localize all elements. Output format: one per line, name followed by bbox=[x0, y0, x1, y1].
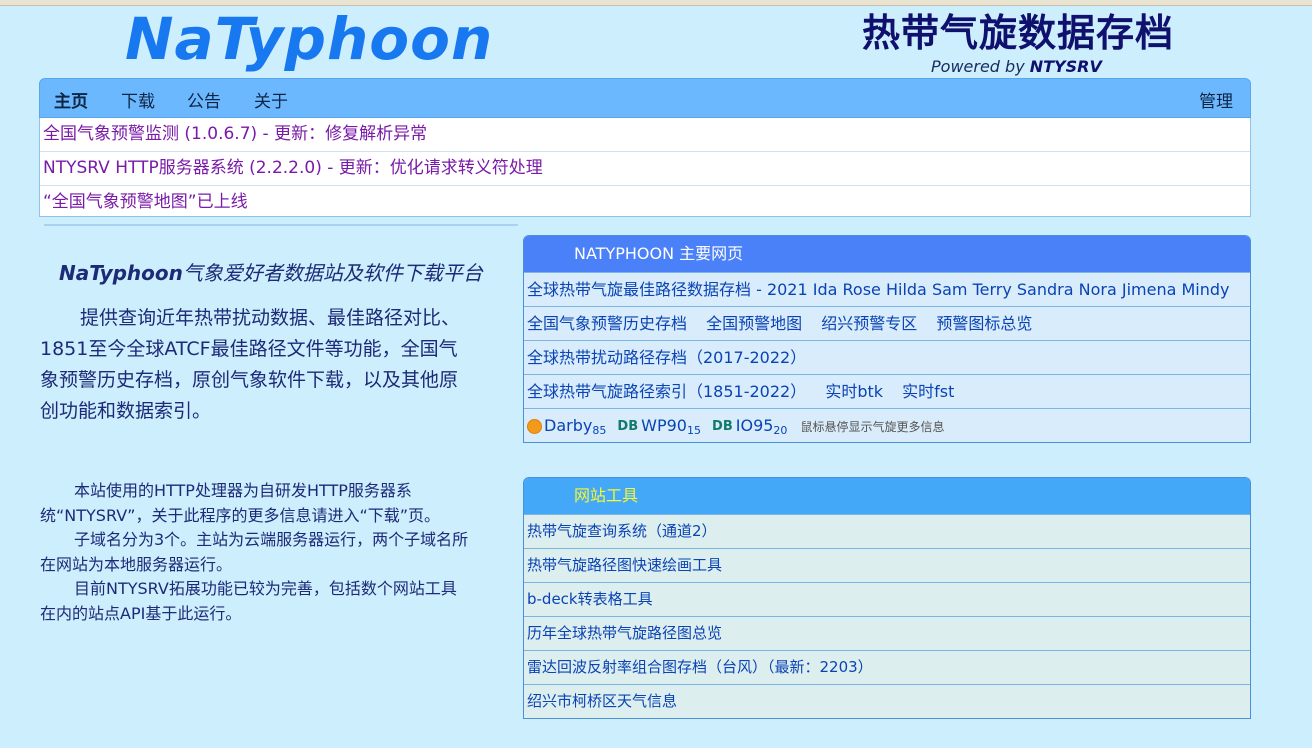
storm-intensity: 15 bbox=[686, 424, 701, 437]
tools-panel: 网站工具 热带气旋查询系统（通道2） 热带气旋路径图快速绘画工具 b-deck转… bbox=[523, 477, 1251, 719]
powered-prefix: Powered by bbox=[931, 57, 1025, 76]
about-section: 本站使用的HTTP处理器为自研发HTTP服务器系统“NTYSRV”，关于此程序的… bbox=[40, 479, 470, 626]
tool-link[interactable]: 热带气旋路径图快速绘画工具 bbox=[524, 548, 1250, 582]
nav-announcements[interactable]: 公告 bbox=[187, 87, 221, 112]
intro-text: 提供查询近年热带扰动数据、最佳路径对比、1851至今全球ATCF最佳路径文件等功… bbox=[40, 307, 461, 422]
notice-item[interactable]: NTYSRV HTTP服务器系统 (2.2.2.0) - 更新：优化请求转义符处… bbox=[40, 152, 1250, 186]
notice-list: 全国气象预警监测 (1.0.6.7) - 更新：修复解析异常 NTYSRV HT… bbox=[39, 118, 1251, 217]
tool-link[interactable]: 雷达回波反射率组合图存档（台风）（最新：2203） bbox=[524, 650, 1250, 684]
about-paragraph: 子域名分为3个。主站为云端服务器运行，两个子域名所在网站为本地服务器运行。 bbox=[40, 530, 469, 574]
track-index-row: 全球热带气旋路径索引（1851-2022） 实时btk 实时fst bbox=[524, 374, 1250, 408]
disturbance-db-icon: DB bbox=[712, 419, 733, 434]
site-title-cn: 热带气旋数据存档 bbox=[862, 11, 1175, 55]
main-pages-header: NATYPHOON 主要网页 bbox=[524, 236, 1250, 272]
notice-item[interactable]: 全国气象预警监测 (1.0.6.7) - 更新：修复解析异常 bbox=[40, 118, 1250, 152]
section-divider bbox=[44, 224, 518, 226]
storm-intensity: 85 bbox=[592, 424, 607, 437]
warning-links-row: 全国气象预警历史存档 全国预警地图 绍兴预警专区 预警图标总览 bbox=[524, 306, 1250, 340]
powered-by: Powered by NTYSRV bbox=[931, 57, 1102, 76]
intro-title-brand: NaTyphoon bbox=[59, 261, 183, 285]
storm-name: WP90 bbox=[641, 416, 687, 435]
nav-download[interactable]: 下载 bbox=[121, 87, 155, 112]
site-logo[interactable]: NaTyphoon bbox=[125, 4, 493, 74]
warning-map-link[interactable]: 全国预警地图 bbox=[706, 314, 802, 333]
disturbance-db-icon: DB bbox=[617, 419, 639, 434]
tools-header: 网站工具 bbox=[524, 478, 1250, 514]
about-paragraph: 本站使用的HTTP处理器为自研发HTTP服务器系统“NTYSRV”，关于此程序的… bbox=[40, 481, 441, 525]
storm-name: IO95 bbox=[735, 416, 774, 435]
shaoxing-warning-link[interactable]: 绍兴预警专区 bbox=[821, 314, 917, 333]
storm-io95[interactable]: DB IO9520 bbox=[712, 416, 788, 437]
main-pages-panel: NATYPHOON 主要网页 全球热带气旋最佳路径数据存档 - 2021 Ida… bbox=[523, 235, 1251, 443]
warning-icons-link[interactable]: 预警图标总览 bbox=[936, 314, 1032, 333]
active-storms-row: Darby85 DB WP9015 DB IO9520 鼠标悬停显示气旋更多信息 bbox=[524, 408, 1250, 442]
storm-hover-hint: 鼠标悬停显示气旋更多信息 bbox=[800, 420, 945, 434]
tool-link[interactable]: 绍兴市柯桥区天气信息 bbox=[524, 684, 1250, 718]
about-paragraph: 目前NTYSRV拓展功能已较为完善，包括数个网站工具在内的站点API基于此运行。 bbox=[40, 579, 457, 623]
powered-brand: NTYSRV bbox=[1029, 57, 1102, 76]
nav-admin[interactable]: 管理 bbox=[1199, 87, 1233, 112]
storm-darby[interactable]: Darby85 bbox=[527, 416, 607, 437]
warning-history-link[interactable]: 全国气象预警历史存档 bbox=[527, 314, 687, 333]
nav-home[interactable]: 主页 bbox=[54, 87, 88, 112]
intro-title-rest: 气象爱好者数据站及软件下载平台 bbox=[182, 261, 483, 285]
track-index-link[interactable]: 全球热带气旋路径索引（1851-2022） bbox=[527, 382, 806, 401]
tool-link[interactable]: b-deck转表格工具 bbox=[524, 582, 1250, 616]
main-navbar: 主页 下载 公告 关于 管理 bbox=[39, 78, 1251, 118]
tool-link[interactable]: 热带气旋查询系统（通道2） bbox=[524, 514, 1250, 548]
storm-intensity: 20 bbox=[773, 424, 788, 437]
intro-title: NaTyphoon气象爱好者数据站及软件下载平台 bbox=[59, 257, 483, 286]
nav-about[interactable]: 关于 bbox=[254, 87, 288, 112]
storm-wp90[interactable]: DB WP9015 bbox=[617, 416, 701, 437]
disturbance-archive-link[interactable]: 全球热带扰动路径存档（2017-2022） bbox=[524, 340, 1250, 374]
best-track-archive-link[interactable]: 全球热带气旋最佳路径数据存档 - 2021 Ida Rose Hilda Sam… bbox=[524, 272, 1250, 306]
realtime-btk-link[interactable]: 实时btk bbox=[825, 382, 883, 401]
hurricane-icon bbox=[527, 419, 542, 434]
notice-item[interactable]: “全国气象预警地图”已上线 bbox=[40, 186, 1250, 219]
storm-name: Darby bbox=[544, 416, 593, 435]
realtime-fst-link[interactable]: 实时fst bbox=[902, 382, 954, 401]
tool-link[interactable]: 历年全球热带气旋路径图总览 bbox=[524, 616, 1250, 650]
